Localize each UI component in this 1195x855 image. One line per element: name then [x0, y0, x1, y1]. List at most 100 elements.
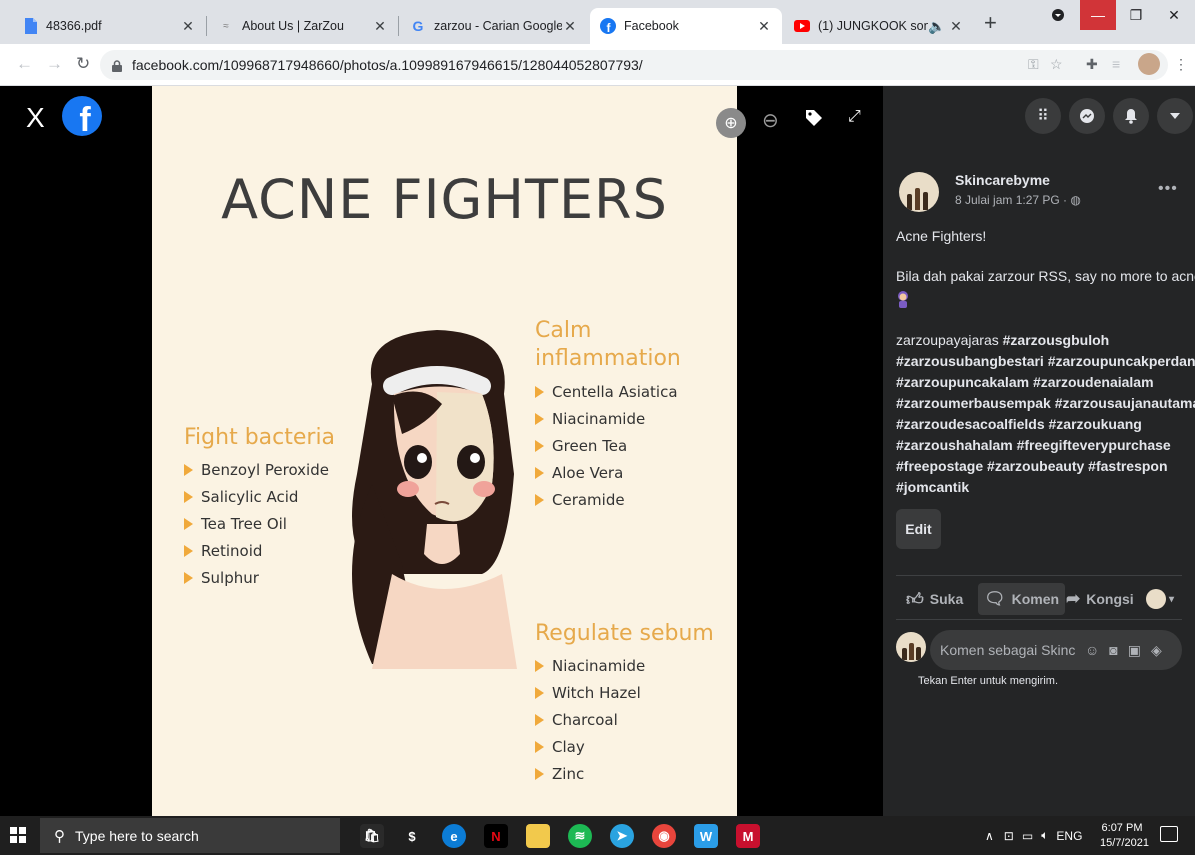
- group-heading-sebum: Regulate sebum: [535, 621, 714, 646]
- key-icon[interactable]: ⚿: [1028, 56, 1039, 73]
- list-item: Aloe Vera: [535, 459, 678, 486]
- file-explorer-icon[interactable]: [526, 824, 550, 848]
- edit-button[interactable]: Edit: [896, 509, 941, 549]
- search-icon: ⚲: [54, 827, 65, 845]
- meet-now-icon[interactable]: ⊡: [1004, 829, 1014, 843]
- close-window-button[interactable]: ✕: [1156, 0, 1192, 30]
- list-item: Clay: [535, 733, 645, 760]
- bookmark-star-icon[interactable]: ☆: [1050, 56, 1063, 73]
- tab-title: 48366.pdf: [46, 19, 102, 33]
- comment-button[interactable]: 🗨︎ Komen: [978, 583, 1066, 615]
- sticker-icon[interactable]: ◈: [1151, 642, 1162, 659]
- camera-icon[interactable]: ◙: [1109, 642, 1117, 658]
- list-item: Charcoal: [535, 706, 645, 733]
- comment-input[interactable]: [940, 642, 1075, 658]
- extensions-icon[interactable]: ✚: [1086, 56, 1098, 73]
- mcafee-icon[interactable]: M: [736, 824, 760, 848]
- facebook-logo[interactable]: f: [62, 96, 102, 136]
- browser-menu-icon[interactable]: ⋮: [1174, 56, 1188, 73]
- gif-icon[interactable]: ▣: [1128, 642, 1141, 659]
- chrome-icon[interactable]: ◉: [652, 824, 676, 848]
- photo-viewer: X f ACNE FIGHTERS Fight bacteria Benzoyl: [0, 86, 883, 816]
- close-tab-icon[interactable]: ✕: [562, 18, 578, 35]
- emoji-icon[interactable]: ☺: [1085, 642, 1099, 658]
- notification-center-icon[interactable]: [1160, 826, 1178, 842]
- chevron-up-icon[interactable]: ∧: [985, 829, 994, 843]
- new-tab-button[interactable]: +: [984, 10, 997, 36]
- reading-list-icon[interactable]: ≡: [1112, 56, 1120, 72]
- messenger-icon[interactable]: [1069, 98, 1105, 134]
- group-heading-bacteria: Fight bacteria: [184, 425, 336, 450]
- telegram-icon[interactable]: ➤: [610, 824, 634, 848]
- close-tab-icon[interactable]: ✕: [756, 18, 772, 35]
- hashtag-link[interactable]: #jomcantik: [896, 479, 969, 495]
- windows-start-icon[interactable]: [10, 827, 26, 843]
- chevron-down-icon: ▾: [1169, 593, 1175, 605]
- tab-separator: [398, 16, 399, 36]
- more-options-icon[interactable]: •••: [1158, 180, 1178, 198]
- woman-emoji-icon: [896, 290, 910, 314]
- notifications-icon[interactable]: [1113, 98, 1149, 134]
- group-heading-inflammation: Calm inflammation: [535, 318, 681, 371]
- clock[interactable]: 6:07 PM 15/7/2021: [1100, 821, 1149, 851]
- app-s-icon[interactable]: $: [400, 824, 424, 848]
- hashtag-link[interactable]: #zarzousubangbestari #zarzoupuncakperdan…: [896, 353, 1195, 369]
- back-icon[interactable]: ←: [16, 54, 33, 74]
- hashtag-link[interactable]: #zarzoushahalam #freegifteverypurchase: [896, 437, 1171, 453]
- spotify-icon[interactable]: ≋: [568, 824, 592, 848]
- forward-icon[interactable]: →: [46, 54, 63, 74]
- tab-facebook[interactable]: f Facebook ✕: [590, 8, 782, 44]
- share-button[interactable]: ➦ Kongsi: [1066, 583, 1134, 615]
- taskbar-search[interactable]: ⚲ Type here to search: [40, 818, 340, 853]
- hashtag-link[interactable]: #zarzoudesacoalfields #zarzoukuang: [896, 416, 1142, 432]
- url-text: facebook.com/109968717948660/photos/a.10…: [132, 57, 643, 73]
- restore-button[interactable]: ❐: [1118, 0, 1154, 30]
- edge-icon[interactable]: e: [442, 824, 466, 848]
- close-tab-icon[interactable]: ✕: [948, 18, 964, 35]
- hashtag-link[interactable]: #freepostage #zarzoubeauty #fastrespon: [896, 458, 1168, 474]
- divider: [896, 575, 1182, 576]
- netflix-icon[interactable]: N: [484, 824, 508, 848]
- url-field[interactable]: facebook.com/109968717948660/photos/a.10…: [100, 50, 1168, 80]
- profile-menu-icon[interactable]: [1040, 0, 1076, 30]
- hashtag-link[interactable]: #zarzoumerbausempak #zarzousaujanautama: [896, 395, 1195, 411]
- post-as-selector[interactable]: ▾: [1146, 583, 1174, 615]
- close-viewer-button[interactable]: X: [26, 104, 45, 132]
- reload-icon[interactable]: ↻: [76, 54, 90, 74]
- store-icon[interactable]: 🛍︎: [360, 824, 384, 848]
- comment-hint: Tekan Enter untuk mengirim.: [918, 675, 1059, 687]
- list-item: Green Tea: [535, 432, 678, 459]
- zoom-in-icon[interactable]: ⊕: [716, 108, 746, 138]
- close-tab-icon[interactable]: ✕: [180, 18, 196, 35]
- word-app-icon[interactable]: W: [694, 824, 718, 848]
- site-icon: ≈: [223, 20, 229, 32]
- hashtag-link[interactable]: #zarzoupuncakalam #zarzoudenaialam: [896, 374, 1154, 390]
- list-item: Sulphur: [184, 564, 329, 591]
- tab-pdf[interactable]: 48366.pdf ✕: [12, 8, 206, 44]
- battery-icon[interactable]: ▭: [1022, 829, 1033, 843]
- like-button[interactable]: 👍︎ Suka: [906, 583, 963, 615]
- account-dropdown-icon[interactable]: [1157, 98, 1193, 134]
- tab-google-search[interactable]: G zarzou - Carian Google ✕: [400, 8, 588, 44]
- zoom-out-icon[interactable]: ⊖: [762, 108, 779, 133]
- post-meta[interactable]: 8 Julai jam 1:27 PG · ◍: [955, 193, 1081, 207]
- hashtag-line: #jomcantik: [896, 477, 969, 498]
- close-tab-icon[interactable]: ✕: [372, 18, 388, 35]
- audio-playing-icon[interactable]: 🔈: [928, 18, 945, 35]
- list-item: Salicylic Acid: [184, 483, 329, 510]
- language-indicator[interactable]: ENG: [1056, 829, 1082, 843]
- lock-icon: [112, 59, 122, 72]
- tag-icon[interactable]: [804, 108, 824, 134]
- fullscreen-icon[interactable]: ⤢: [848, 108, 861, 126]
- page-avatar[interactable]: [899, 172, 939, 212]
- menu-grid-icon[interactable]: ⠿: [1025, 98, 1061, 134]
- minimize-button[interactable]: —: [1080, 0, 1116, 30]
- hashtag-link[interactable]: #zarzousgbuloh: [1003, 332, 1110, 348]
- tab-youtube[interactable]: (1) JUNGKOOK song play 🔈 ✕: [784, 8, 974, 44]
- profile-avatar[interactable]: [1138, 53, 1160, 75]
- tab-about-us[interactable]: ≈ About Us | ZarZou ✕: [208, 8, 398, 44]
- windows-taskbar: ⚲ Type here to search 🛍︎ $ e N ≋ ➤ ◉ W M…: [0, 816, 1195, 855]
- post-author[interactable]: Skincarebyme: [955, 172, 1050, 188]
- share-arrow-icon: ➦: [1066, 589, 1081, 608]
- volume-icon[interactable]: 🔈︎: [1041, 828, 1048, 843]
